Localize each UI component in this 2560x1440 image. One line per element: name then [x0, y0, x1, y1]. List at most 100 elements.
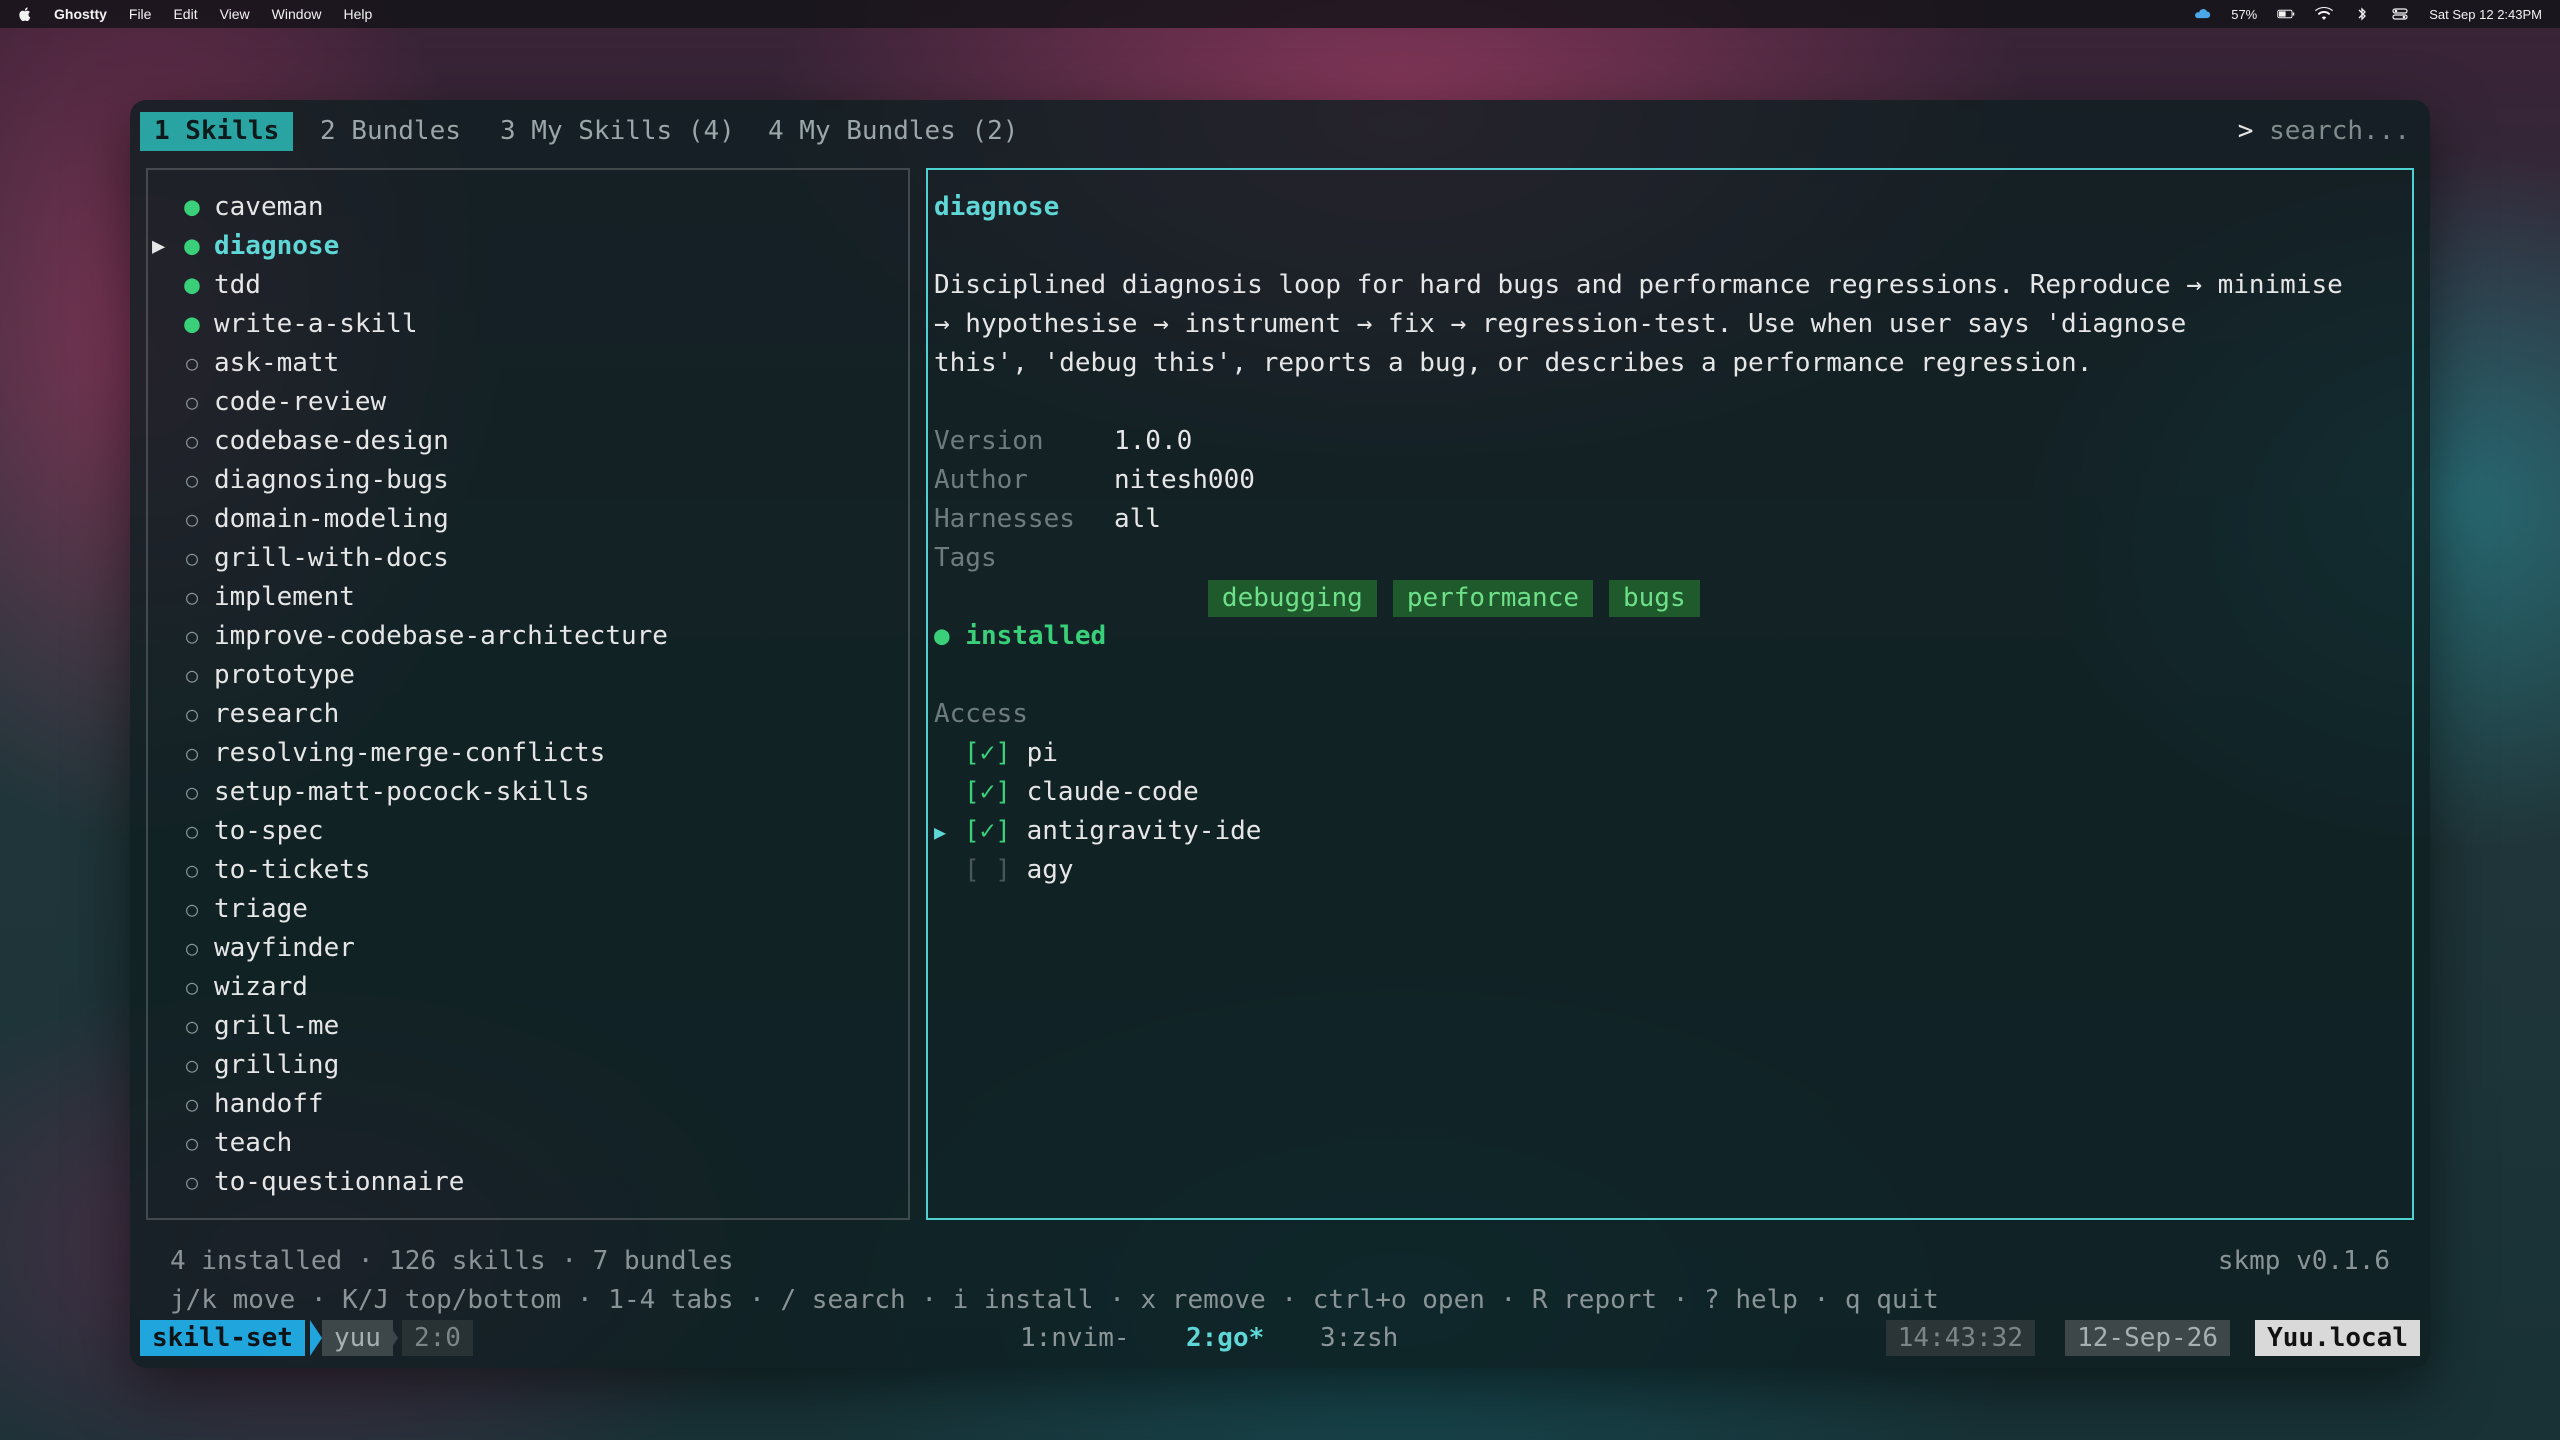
tab-bundles[interactable]: 2 Bundles: [320, 112, 461, 151]
tmux-window-2[interactable]: 2:go*: [1186, 1320, 1264, 1356]
not-installed-circle-icon: ○: [185, 1053, 199, 1077]
skill-row[interactable]: ○ wayfinder: [148, 929, 888, 968]
menu-help[interactable]: Help: [343, 6, 372, 22]
skill-row[interactable]: ○ diagnosing-bugs: [148, 461, 888, 500]
skill-row[interactable]: ○ to-spec: [148, 812, 888, 851]
skill-row[interactable]: ○ codebase-design: [148, 422, 888, 461]
terminal-window: 1 Skills 2 Bundles 3 My Skills (4) 4 My …: [130, 100, 2430, 1368]
skill-name: research: [214, 699, 340, 729]
skill-name: grill-with-docs: [214, 543, 449, 573]
install-status-label: installed: [965, 621, 1107, 651]
tmux-date: 12-Sep-26: [2065, 1320, 2230, 1356]
checkbox-unchecked[interactable]: [ ]: [964, 855, 1011, 885]
skill-row[interactable]: ○ research: [148, 695, 888, 734]
tab-skills[interactable]: 1 Skills: [140, 112, 294, 151]
bluetooth-icon[interactable]: [2353, 7, 2371, 21]
tags-list: debugging performance bugs: [1114, 540, 1716, 657]
installed-dot-icon: ●: [184, 231, 200, 261]
skill-name: implement: [214, 582, 355, 612]
checkbox-checked[interactable]: [✓]: [964, 777, 1011, 807]
not-installed-circle-icon: ○: [185, 351, 199, 375]
not-installed-circle-icon: ○: [185, 429, 199, 453]
skill-name: triage: [214, 894, 308, 924]
skill-row[interactable]: ○ to-tickets: [148, 851, 888, 890]
search-input[interactable]: > search...: [2238, 112, 2410, 151]
keybinding-help: j/k move · K/J top/bottom · 1-4 tabs · /…: [170, 1285, 1939, 1315]
cloud-status-icon[interactable]: [2193, 7, 2211, 21]
skill-name: handoff: [214, 1089, 324, 1119]
skill-row[interactable]: ○ code-review: [148, 383, 888, 422]
tag-chip: performance: [1392, 580, 1593, 617]
skill-name: diagnosing-bugs: [214, 465, 449, 495]
author-value: nitesh000: [1114, 465, 1255, 495]
skill-row[interactable]: ○ implement: [148, 578, 888, 617]
menu-view[interactable]: View: [220, 6, 250, 22]
checkbox-checked[interactable]: [✓]: [964, 816, 1011, 846]
access-row-claude-code[interactable]: [✓] claude-code: [934, 773, 1199, 812]
not-installed-circle-icon: ○: [185, 897, 199, 921]
not-installed-circle-icon: ○: [185, 741, 199, 765]
skill-row[interactable]: ○ grill-me: [148, 1007, 888, 1046]
wifi-icon[interactable]: [2315, 7, 2334, 21]
not-installed-circle-icon: ○: [185, 1092, 199, 1116]
skill-row[interactable]: ○ domain-modeling: [148, 500, 888, 539]
skill-row[interactable]: ○ wizard: [148, 968, 888, 1007]
skill-row[interactable]: ○ to-questionnaire: [148, 1163, 888, 1202]
tab-my-bundles[interactable]: 4 My Bundles (2): [768, 112, 1018, 151]
menu-edit[interactable]: Edit: [173, 6, 197, 22]
access-row-pi[interactable]: [✓] pi: [934, 734, 1058, 773]
app-version: skmp v0.1.6: [2217, 1246, 2390, 1276]
search-placeholder: search...: [2269, 116, 2410, 146]
skill-row[interactable]: ○ resolving-merge-conflicts: [148, 734, 888, 773]
app-menu[interactable]: Ghostty: [54, 6, 107, 22]
tmux-window-1[interactable]: 1:nvim-: [1020, 1320, 1130, 1356]
not-installed-circle-icon: ○: [185, 585, 199, 609]
skill-name: prototype: [214, 660, 355, 690]
tmux-host: Yuu.local: [2255, 1320, 2420, 1356]
skill-row[interactable]: ○ ask-matt: [148, 344, 888, 383]
access-name: antigravity-ide: [1026, 816, 1262, 846]
skill-name: teach: [214, 1128, 293, 1158]
skill-row[interactable]: ○ setup-matt-pocock-skills: [148, 773, 888, 812]
not-installed-circle-icon: ○: [185, 663, 199, 687]
access-name: agy: [1026, 855, 1074, 885]
access-row-antigravity-ide[interactable]: ▶ [✓] antigravity-ide: [934, 812, 1261, 852]
author-label: Author: [934, 465, 1028, 495]
skill-row[interactable]: ● tdd: [148, 266, 888, 305]
menu-window[interactable]: Window: [272, 6, 322, 22]
access-label: Access: [934, 699, 1028, 729]
battery-percent: 57%: [2231, 6, 2258, 22]
menubar-clock[interactable]: Sat Sep 12 2:43PM: [2429, 7, 2542, 22]
installed-dot-icon: ●: [184, 309, 200, 339]
skill-detail-panel: diagnose Disciplined diagnosis loop for …: [926, 168, 2414, 1220]
tmux-session[interactable]: skill-set: [140, 1320, 305, 1356]
skill-row[interactable]: ● caveman: [148, 188, 888, 227]
tab-my-skills[interactable]: 3 My Skills (4): [500, 112, 735, 151]
skill-row[interactable]: ○ teach: [148, 1124, 888, 1163]
description-line-1: Disciplined diagnosis loop for hard bugs…: [934, 270, 2343, 300]
install-status: ● installed: [934, 617, 1106, 656]
skill-row[interactable]: ○ improve-codebase-architecture: [148, 617, 888, 656]
battery-icon[interactable]: [2277, 7, 2295, 21]
skill-row[interactable]: ▶ ● diagnose: [148, 227, 888, 266]
description-line-2: → hypothesise → instrument → fix → regre…: [934, 309, 2187, 339]
skill-row[interactable]: ○ triage: [148, 890, 888, 929]
skill-name: grill-me: [214, 1011, 340, 1041]
tag-chip: debugging: [1207, 580, 1377, 617]
skill-row[interactable]: ○ grill-with-docs: [148, 539, 888, 578]
checkbox-checked[interactable]: [✓]: [964, 738, 1011, 768]
menu-file[interactable]: File: [129, 6, 152, 22]
access-row-agy[interactable]: [ ] agy: [934, 851, 1074, 890]
search-prompt: >: [2237, 116, 2254, 146]
not-installed-circle-icon: ○: [185, 1170, 199, 1194]
installed-dot-icon: ●: [934, 621, 950, 651]
skill-row[interactable]: ○ grilling: [148, 1046, 888, 1085]
skill-name: improve-codebase-architecture: [214, 621, 668, 651]
tmux-window-3[interactable]: 3:zsh: [1320, 1320, 1398, 1356]
apple-menu-icon[interactable]: [18, 6, 32, 22]
skill-name: grilling: [214, 1050, 340, 1080]
skill-row[interactable]: ○ prototype: [148, 656, 888, 695]
control-center-icon[interactable]: [2391, 7, 2409, 21]
skill-row[interactable]: ● write-a-skill: [148, 305, 888, 344]
skill-row[interactable]: ○ handoff: [148, 1085, 888, 1124]
